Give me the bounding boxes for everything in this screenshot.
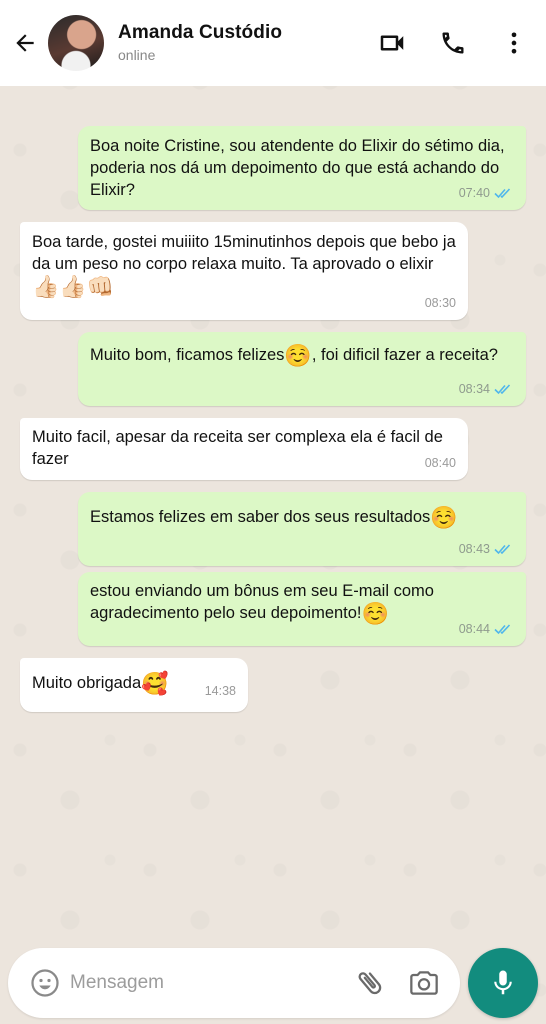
thumbs-up-emoji-icon: 👍🏻👍🏻👊🏻 [32, 274, 115, 299]
message-meta: 08:30 [425, 292, 456, 314]
message-time: 08:44 [458, 622, 490, 636]
message-meta: 08:34 [459, 378, 514, 400]
phone-icon[interactable] [436, 26, 470, 60]
message-composer: Mensagem [8, 948, 460, 1018]
message-meta: 08:44 [459, 618, 514, 640]
message-text: Boa noite Cristine, sou atendente do Eli… [90, 137, 505, 199]
camera-icon[interactable] [408, 967, 440, 999]
chat-header: Amanda Custódio online [0, 0, 546, 86]
message-text-continued: , foi dificil fazer a receita? [311, 346, 498, 364]
smiling-emoji-icon: ☺️ [361, 601, 389, 626]
video-call-icon[interactable] [375, 26, 409, 60]
microphone-icon [494, 970, 512, 995]
message-time: 07:40 [458, 186, 490, 200]
message-time: 14:38 [204, 684, 236, 698]
more-options-icon[interactable] [497, 26, 531, 60]
message-text: Boa tarde, gostei muiiito 15minutinhos d… [32, 233, 456, 273]
message-time: 08:30 [424, 296, 456, 310]
message-meta: 08:40 [425, 452, 456, 474]
message-text: Muito bom, ficamos felizes [90, 346, 285, 364]
back-arrow-icon[interactable] [10, 28, 40, 58]
message-outgoing[interactable]: Boa noite Cristine, sou atendente do Eli… [78, 126, 526, 210]
contact-info[interactable]: Amanda Custódio online [118, 22, 282, 63]
smiling-emoji-icon: ☺️ [284, 343, 312, 368]
smiling-emoji-icon: ☺️ [430, 505, 458, 530]
message-input[interactable]: Mensagem [70, 972, 164, 994]
message-time: 08:43 [458, 542, 490, 556]
message-text: Muito obrigada [32, 674, 142, 692]
message-text: Estamos felizes em saber dos seus result… [90, 508, 431, 526]
message-outgoing[interactable]: Estamos felizes em saber dos seus result… [78, 492, 526, 566]
read-ticks-icon [494, 624, 511, 635]
message-incoming[interactable]: Muito facil, apesar da receita ser compl… [20, 418, 468, 480]
emoji-icon[interactable] [30, 968, 60, 998]
message-meta: 07:40 [459, 182, 514, 204]
read-ticks-icon [494, 188, 511, 199]
message-incoming[interactable]: Muito obrigada🥰 14:38 [20, 658, 248, 712]
message-incoming[interactable]: Boa tarde, gostei muiiito 15minutinhos d… [20, 222, 468, 320]
message-text: Muito facil, apesar da receita ser compl… [32, 428, 443, 468]
message-outgoing[interactable]: estou enviando um bônus em seu E-mail co… [78, 572, 526, 646]
microphone-button[interactable] [468, 948, 538, 1018]
smiling-hearts-emoji-icon: 🥰 [141, 671, 169, 696]
read-ticks-icon [494, 544, 511, 555]
attachment-clip-icon[interactable] [354, 967, 386, 999]
contact-status: online [118, 47, 156, 63]
message-time: 08:34 [458, 382, 490, 396]
message-meta: 08:43 [459, 538, 514, 560]
message-meta: 14:38 [205, 680, 236, 702]
message-time: 08:40 [424, 456, 456, 470]
contact-name: Amanda Custódio [118, 22, 283, 43]
read-ticks-icon [494, 384, 511, 395]
message-outgoing[interactable]: Muito bom, ficamos felizes☺️, foi difici… [78, 332, 526, 406]
avatar[interactable] [48, 15, 104, 71]
